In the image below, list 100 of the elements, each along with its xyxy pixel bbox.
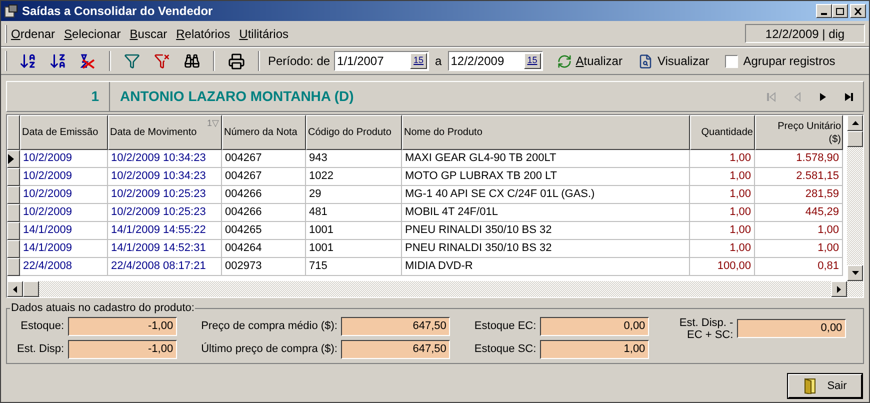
field-label: Estoque SC:	[474, 342, 536, 357]
current-row-icon	[8, 154, 14, 164]
table-cell: MOBIL 4T 24F/01L	[402, 204, 690, 222]
horizontal-scrollbar[interactable]	[7, 281, 863, 297]
calendar-button[interactable]: 15	[410, 53, 428, 69]
table-cell: 1,00	[690, 240, 755, 258]
table-cell: 1,00	[755, 222, 843, 240]
vendor-number: 1	[7, 82, 110, 111]
group-checkbox[interactable]: Agrupar registros	[725, 52, 836, 70]
row-indicator[interactable]	[7, 240, 20, 258]
menu-item[interactable]: Selecionar	[64, 24, 121, 42]
maximize-button[interactable]	[832, 4, 848, 18]
window-icon	[4, 4, 18, 18]
value-field: -1,00	[68, 340, 178, 358]
table-cell: 14/1/2009	[20, 222, 108, 240]
table-cell: 1.578,90	[755, 150, 843, 168]
filter-icon[interactable]	[124, 53, 140, 69]
date-separator: a	[435, 53, 442, 70]
menu-item[interactable]: Relatórios	[176, 24, 230, 42]
column-header[interactable]: Data de Emissão	[20, 115, 108, 150]
value-field: -1,00	[68, 316, 178, 336]
column-header[interactable]: Preço Unitário ($)	[755, 115, 843, 150]
table-cell: MIDIA DVD-R	[402, 258, 690, 276]
row-indicator[interactable]	[7, 258, 20, 276]
row-indicator[interactable]	[7, 186, 20, 204]
scroll-right-button[interactable]	[831, 281, 847, 297]
field-label: Último preço de compra ($):	[201, 342, 338, 357]
table-cell: 22/4/2008 08:17:21	[108, 258, 222, 276]
value-field: 0,00	[540, 316, 650, 336]
table-cell: 10/2/2009 10:25:23	[108, 204, 222, 222]
table-cell: 1,00	[690, 168, 755, 186]
table-cell: 10/2/2009	[20, 168, 108, 186]
calendar-button[interactable]: 15	[524, 53, 541, 69]
row-indicator[interactable]	[7, 222, 20, 240]
up-arrow-icon	[852, 121, 858, 125]
print-icon[interactable]	[228, 52, 245, 70]
menu-item[interactable]: Utilitários	[239, 24, 288, 42]
date-field[interactable]: 12/2/2009 15	[448, 51, 543, 71]
close-button[interactable]	[850, 4, 866, 18]
value-field: 1,00	[540, 340, 650, 358]
menu-item[interactable]: Buscar	[130, 24, 168, 42]
search-icon[interactable]	[184, 53, 200, 69]
table-cell: 14/1/2009 14:52:31	[108, 240, 222, 258]
table-cell: MOTO GP LUBRAX TB 200 LT	[402, 168, 690, 186]
exit-button[interactable]: Sair	[788, 374, 862, 398]
preview-button[interactable]: Visualizar	[638, 52, 710, 70]
scroll-down-button[interactable]	[847, 265, 863, 281]
table-cell: 004267	[222, 150, 306, 168]
table-cell: 1,00	[755, 240, 843, 258]
column-header[interactable]: Quantidade	[690, 115, 755, 150]
field-label: Preço de compra médio ($):	[201, 318, 338, 334]
clear-filter-icon[interactable]	[154, 53, 170, 69]
column-header[interactable]: Nome do Produto	[402, 115, 690, 150]
sort-descending-icon[interactable]	[49, 52, 67, 70]
table-cell: 14/1/2009	[20, 240, 108, 258]
table-cell: 943	[306, 150, 402, 168]
group-title: Dados atuais no cadastro do produto:	[10, 301, 196, 316]
table-cell: 481	[306, 204, 402, 222]
right-arrow-icon	[837, 286, 841, 292]
table-cell: 004266	[222, 186, 306, 204]
scroll-left-button[interactable]	[7, 281, 23, 297]
row-indicator[interactable]	[7, 204, 20, 222]
value-field: 647,50	[341, 316, 450, 336]
maximize-icon	[836, 8, 844, 14]
menu-item[interactable]: Ordenar	[11, 24, 56, 42]
scroll-thumb[interactable]	[847, 131, 863, 147]
minimize-button[interactable]	[816, 4, 832, 18]
scroll-thumb[interactable]	[23, 281, 39, 297]
table-cell: 2.581,15	[755, 168, 843, 186]
value-field: 0,00	[737, 319, 846, 338]
table-cell: 100,00	[690, 258, 755, 276]
table-cell: 715	[306, 258, 402, 276]
table-cell: 004267	[222, 168, 306, 186]
table-cell: 1001	[306, 222, 402, 240]
last-record-button[interactable]	[843, 90, 855, 102]
table-cell: 14/1/2009 14:55:22	[108, 222, 222, 240]
table-cell: 1001	[306, 240, 402, 258]
table-cell: 10/2/2009 10:34:23	[108, 150, 222, 168]
scroll-up-button[interactable]	[847, 115, 863, 131]
date-field[interactable]: 1/1/2007 15	[334, 51, 430, 71]
document-search-icon	[638, 54, 654, 68]
table-cell: 10/2/2009 10:34:23	[108, 168, 222, 186]
sort-ascending-icon[interactable]	[19, 52, 37, 70]
table-cell: MG-1 40 API SE CX C/24F 01L (GAS.)	[402, 186, 690, 204]
column-header[interactable]: Código do Produto	[306, 115, 402, 150]
column-header[interactable]: Número da Nota	[222, 115, 306, 150]
clear-sort-icon[interactable]	[79, 52, 97, 70]
table-cell: 002973	[222, 258, 306, 276]
vertical-scrollbar[interactable]	[847, 115, 863, 281]
value-field: 647,50	[341, 340, 450, 358]
refresh-button[interactable]: Atualizar	[556, 52, 622, 70]
field-label: Est. Disp. - EC + SC:	[678, 316, 734, 340]
row-indicator[interactable]	[7, 150, 20, 168]
row-indicator[interactable]	[7, 168, 20, 186]
column-header[interactable]: Data de Movimento 1▽	[108, 115, 222, 150]
field-label: Estoque EC:	[474, 318, 536, 334]
table-cell: 445,29	[755, 204, 843, 222]
table-cell: 10/2/2009	[20, 186, 108, 204]
table-cell: 1,00	[690, 222, 755, 240]
table-cell: 004264	[222, 240, 306, 258]
